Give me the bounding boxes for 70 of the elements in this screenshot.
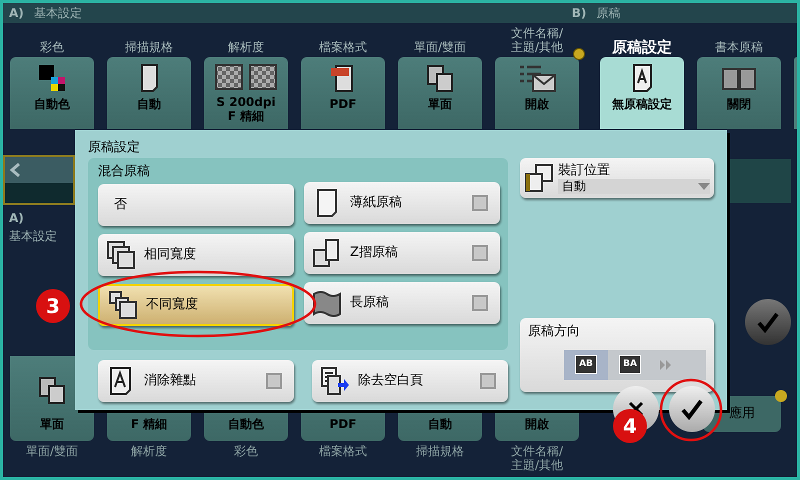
dialog-title: 原稿設定 (88, 140, 141, 156)
setting-tile[interactable]: 自動 (107, 57, 191, 129)
option-button[interactable]: 薄紙原稿 (304, 182, 500, 224)
stacked-pages-icon (106, 240, 136, 270)
two-pages-icon (37, 375, 67, 405)
step-badge: 4 (613, 409, 647, 443)
setting-tile[interactable]: PDF (301, 57, 385, 129)
double-chevron-icon (660, 360, 672, 370)
stacked-pages-icon (108, 290, 138, 320)
option-button[interactable]: 相同寬度 (98, 234, 294, 276)
section-label: A) (9, 210, 25, 227)
group-label: 掃描規格 (125, 40, 173, 54)
group-label: 文件名稱/ (510, 26, 564, 40)
group-label: 書本原稿 (715, 40, 763, 54)
group-label: 單面/雙面 (414, 40, 466, 54)
group-title: 混合原稿 (98, 163, 151, 181)
group-label: 檔案格式 (319, 444, 367, 458)
tile-label: F 精細 (130, 416, 168, 433)
checkmark-icon (756, 311, 780, 333)
back-button[interactable] (5, 157, 73, 183)
overlapping-pages-icon (524, 163, 554, 193)
group-label: 彩色 (234, 444, 258, 458)
color-squares-icon (37, 63, 67, 93)
highlight-circle (659, 378, 723, 442)
list-envelope-icon (517, 63, 557, 93)
group-label: 掃描規格 (416, 444, 464, 458)
option-button[interactable]: 長原稿 (304, 282, 500, 324)
setting-tile[interactable]: 無原稿設定 (600, 57, 684, 129)
orientation-option[interactable]: AB (564, 350, 608, 380)
setting-tile[interactable]: 開啟 (495, 57, 579, 129)
setting-tile[interactable]: 單面 (398, 57, 482, 129)
tile-label: 開啟 (525, 416, 549, 433)
section-title: 基本設定 (34, 5, 82, 22)
binding-dropdown[interactable]: 裝訂位置 自動 (520, 158, 714, 198)
group-label: 文件名稱/ (510, 444, 564, 458)
long-page-icon (312, 288, 342, 318)
group-label: 單面/雙面 (26, 444, 78, 458)
tile-label: PDF (330, 416, 356, 433)
group-label: 主題/其他 (510, 458, 564, 472)
step-badge: 3 (36, 289, 70, 323)
option-button[interactable]: Z摺原稿 (304, 232, 500, 274)
section-label: B) (572, 5, 586, 22)
section-label: A) (9, 5, 24, 22)
setting-tile[interactable] (794, 57, 797, 129)
group-label: 檔案格式 (319, 40, 367, 54)
setting-tile[interactable]: 關閉 (697, 57, 781, 129)
group-label: 解析度 (228, 40, 264, 54)
two-pages-icon (425, 63, 455, 93)
chevron-left-icon (9, 162, 21, 178)
group-label: 彩色 (40, 40, 64, 54)
group-label: 解析度 (131, 444, 167, 458)
option-button[interactable]: 消除雜點 (98, 360, 294, 402)
section-title: 基本設定 (9, 228, 58, 245)
option-button[interactable]: 不同寬度 (98, 284, 294, 326)
dropdown-arrow-icon (698, 182, 710, 190)
pages-arrow-icon (320, 366, 350, 396)
group-label: 主題/其他 (510, 40, 564, 54)
section-title: 原稿 (596, 5, 620, 22)
card-title: 原稿方向 (528, 323, 581, 341)
option-button[interactable]: 否 (98, 184, 294, 226)
tile-label: 自動色 (228, 416, 264, 433)
checker-icon (214, 63, 278, 91)
folded-page-icon (312, 238, 342, 268)
tile-label: 單面 (40, 416, 64, 433)
group-label: 原稿設定 (612, 40, 672, 54)
option-button[interactable]: 除去空白頁 (312, 360, 508, 402)
tile-label: 自動 (428, 416, 452, 433)
checkmark-icon (680, 398, 704, 420)
setting-tile[interactable]: 自動色 (10, 57, 94, 129)
setting-tile[interactable]: S 200dpi F 精細 (204, 57, 288, 129)
